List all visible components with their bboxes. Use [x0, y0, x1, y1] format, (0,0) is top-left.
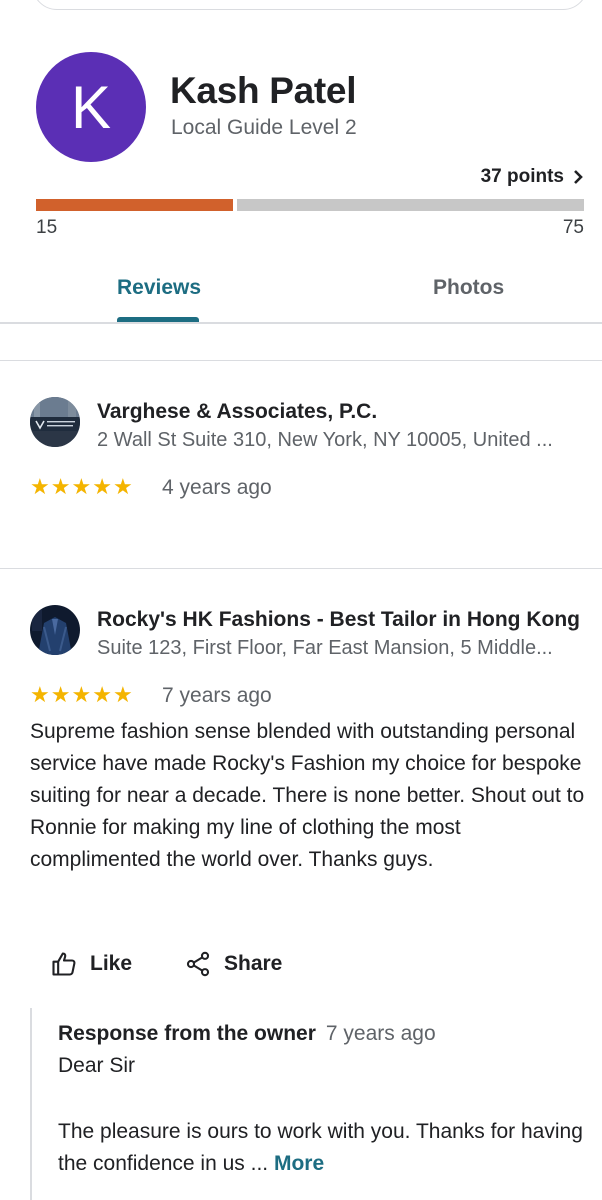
divider [0, 568, 602, 569]
tab-photos[interactable]: Photos [433, 276, 504, 300]
star-icon: ★ [71, 474, 92, 499]
active-tab-indicator [117, 317, 199, 322]
like-label: Like [90, 952, 133, 975]
search-bar[interactable] [32, 0, 588, 10]
points-label: 37 points [480, 166, 564, 187]
star-rating: ★ ★ ★ ★ ★ [30, 684, 133, 706]
avatar: K [36, 52, 146, 162]
more-link[interactable]: More [274, 1152, 324, 1175]
place-thumbnail[interactable] [30, 397, 80, 447]
star-icon: ★ [92, 474, 112, 499]
progress-min-label: 15 [36, 217, 58, 238]
place-address: Suite 123, First Floor, Far East Mansion… [97, 637, 553, 659]
star-icon: ★ [112, 682, 133, 707]
place-name[interactable]: Rocky's HK Fashions - Best Tailor in Hon… [97, 608, 580, 632]
star-rating: ★ ★ ★ ★ ★ [30, 476, 133, 498]
owner-response-greeting: Dear Sir [58, 1054, 136, 1077]
progress-fill [36, 199, 238, 211]
like-button[interactable]: Like [50, 950, 132, 978]
profile-name: Kash Patel [170, 70, 357, 111]
owner-response-time: 7 years ago [325, 1022, 436, 1045]
star-icon: ★ [71, 682, 92, 707]
chevron-right-icon [574, 170, 583, 184]
owner-response-body: The pleasure is ours to work with you. T… [58, 1116, 588, 1180]
divider [0, 360, 602, 361]
place-address: 2 Wall St Suite 310, New York, NY 10005,… [97, 429, 553, 451]
star-icon: ★ [50, 474, 71, 499]
star-icon: ★ [50, 682, 71, 707]
local-guide-level: Local Guide Level 2 [171, 116, 357, 139]
share-label: Share [224, 952, 283, 975]
review-time: 4 years ago [162, 476, 272, 499]
place-thumbnail[interactable] [30, 605, 80, 655]
owner-response-title: Response from the owner [58, 1022, 316, 1045]
owner-response-header: Response from the owner 7 years ago [58, 1022, 436, 1046]
share-button[interactable]: Share [184, 950, 282, 978]
level-progress-bar [36, 199, 584, 211]
owner-response: Response from the owner 7 years ago Dear … [30, 1008, 602, 1200]
star-icon: ★ [112, 474, 133, 499]
avatar-letter: K [70, 73, 112, 141]
progress-max-label: 75 [562, 217, 584, 238]
review-text: Supreme fashion sense blended with outst… [30, 720, 585, 871]
star-icon: ★ [92, 682, 112, 707]
points-link[interactable]: 37 points [481, 166, 584, 188]
profile-tabs: Reviews Photos [0, 262, 602, 324]
tab-reviews[interactable]: Reviews [117, 276, 201, 300]
share-icon [186, 951, 210, 977]
star-icon: ★ [30, 474, 50, 499]
thumbs-up-icon [52, 952, 76, 976]
place-name[interactable]: Varghese & Associates, P.C. [97, 400, 377, 424]
star-icon: ★ [30, 682, 50, 707]
review-time: 7 years ago [162, 684, 272, 707]
